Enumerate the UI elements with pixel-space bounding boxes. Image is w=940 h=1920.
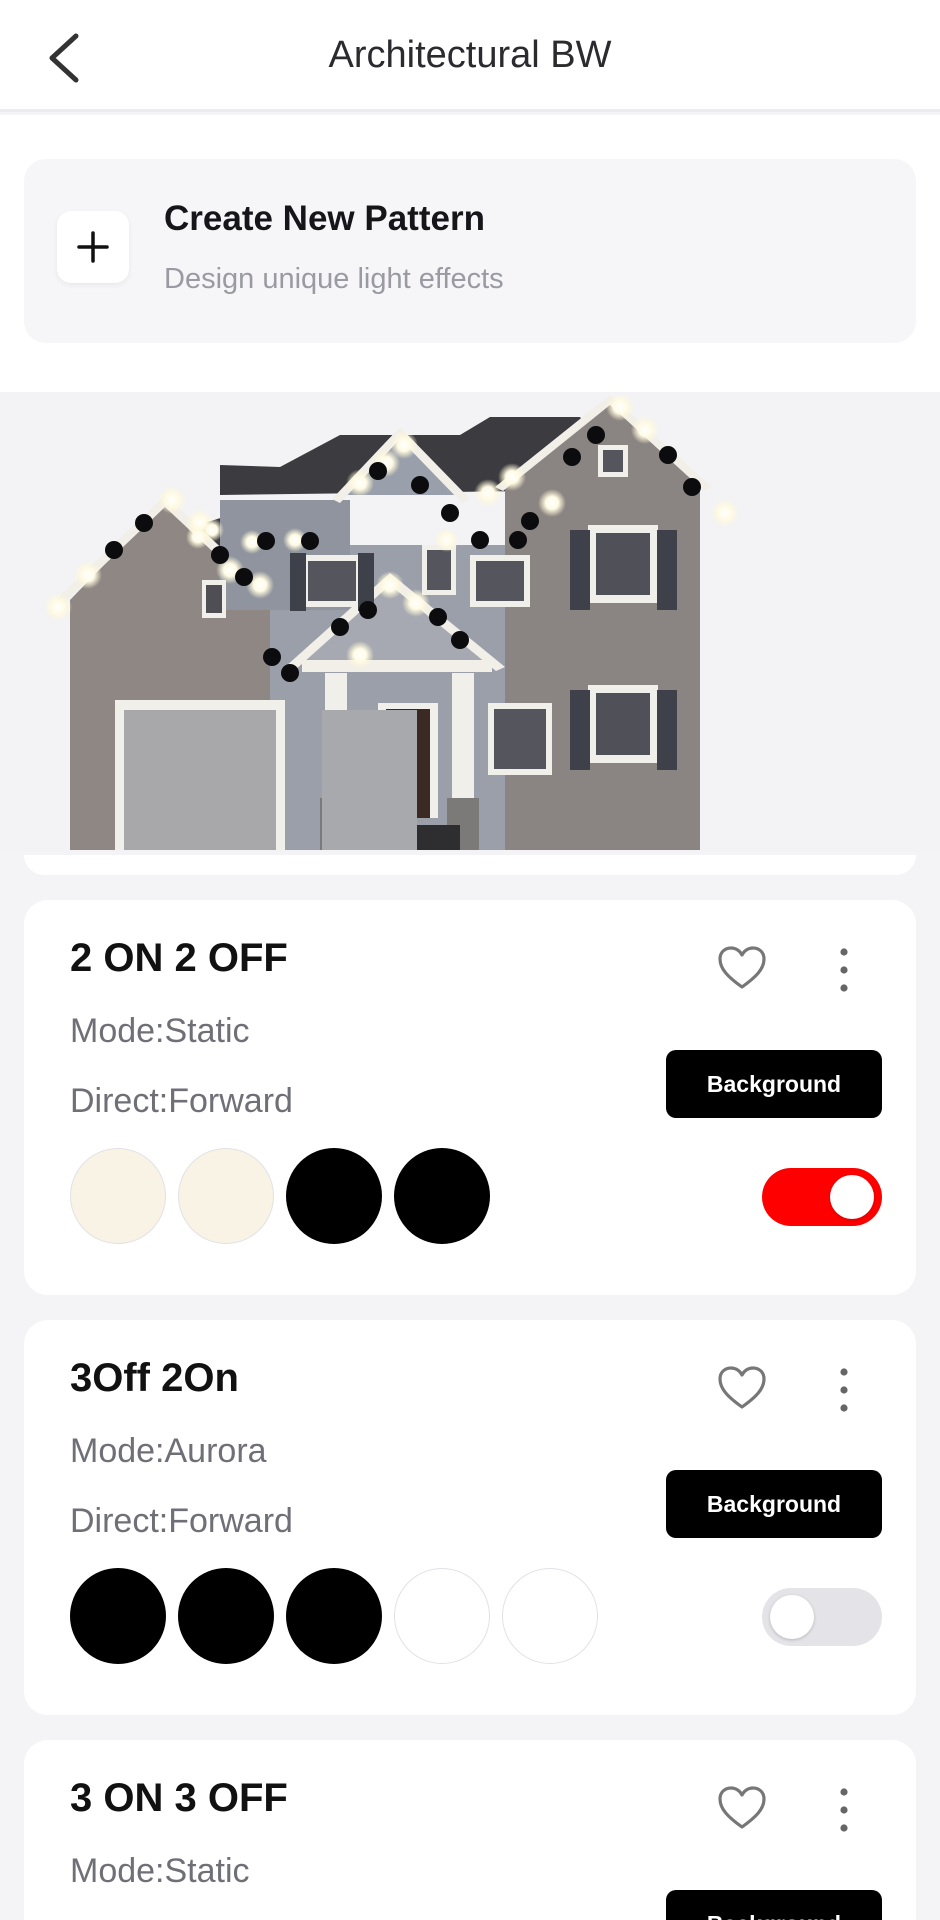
- color-swatch: [70, 1148, 166, 1244]
- pattern-mode: Mode:Aurora: [70, 1432, 267, 1470]
- color-swatch: [70, 1568, 166, 1664]
- add-pattern-button[interactable]: [57, 211, 129, 283]
- pattern-name: 3 ON 3 OFF: [70, 1776, 288, 1820]
- house-preview-image: [44, 395, 739, 850]
- pattern-name: 3Off 2On: [70, 1356, 239, 1400]
- pattern-toggle[interactable]: [762, 1588, 882, 1646]
- heart-icon: [718, 946, 766, 989]
- color-swatches: [70, 1568, 598, 1664]
- plus-icon: [77, 231, 109, 263]
- create-pattern-title: Create New Pattern: [164, 199, 485, 238]
- favorite-button[interactable]: [716, 1784, 768, 1832]
- color-swatch: [286, 1148, 382, 1244]
- pattern-mode: Mode:Static: [70, 1012, 250, 1050]
- color-swatch: [394, 1148, 490, 1244]
- more-vertical-icon: [840, 948, 848, 992]
- pattern-card[interactable]: 3Off 2On Mode:Aurora Direct:Forward Back…: [24, 1320, 916, 1715]
- heart-icon: [718, 1366, 766, 1409]
- background-button[interactable]: Background: [666, 1050, 882, 1118]
- pattern-direction: Direct:Forward: [70, 1082, 293, 1120]
- color-swatch: [286, 1568, 382, 1664]
- pattern-mode: Mode:Static: [70, 1852, 250, 1890]
- more-options-button[interactable]: [824, 1784, 864, 1836]
- more-options-button[interactable]: [824, 1364, 864, 1416]
- pattern-card[interactable]: 3 ON 3 OFF Mode:Static Background: [24, 1740, 916, 1920]
- more-options-button[interactable]: [824, 944, 864, 996]
- toggle-knob: [830, 1175, 874, 1219]
- pattern-card[interactable]: 2 ON 2 OFF Mode:Static Direct:Forward Ba…: [24, 900, 916, 1295]
- page-title: Architectural BW: [328, 34, 612, 76]
- color-swatch: [178, 1568, 274, 1664]
- create-pattern-subtitle: Design unique light effects: [164, 263, 504, 295]
- more-vertical-icon: [840, 1368, 848, 1412]
- preview-bottom-edge: [24, 855, 916, 875]
- toggle-knob: [770, 1595, 814, 1639]
- background-button[interactable]: Background: [666, 1890, 882, 1920]
- create-pattern-card[interactable]: Create New Pattern Design unique light e…: [24, 159, 916, 343]
- color-swatch: [502, 1568, 598, 1664]
- color-swatch: [178, 1148, 274, 1244]
- heart-icon: [718, 1786, 766, 1829]
- color-swatches: [70, 1148, 490, 1244]
- favorite-button[interactable]: [716, 1364, 768, 1412]
- background-button[interactable]: Background: [666, 1470, 882, 1538]
- header-bar: Architectural BW: [0, 0, 940, 112]
- color-swatch: [394, 1568, 490, 1664]
- pattern-toggle[interactable]: [762, 1168, 882, 1226]
- favorite-button[interactable]: [716, 944, 768, 992]
- pattern-name: 2 ON 2 OFF: [70, 936, 288, 980]
- pattern-direction: Direct:Forward: [70, 1502, 293, 1540]
- more-vertical-icon: [840, 1788, 848, 1832]
